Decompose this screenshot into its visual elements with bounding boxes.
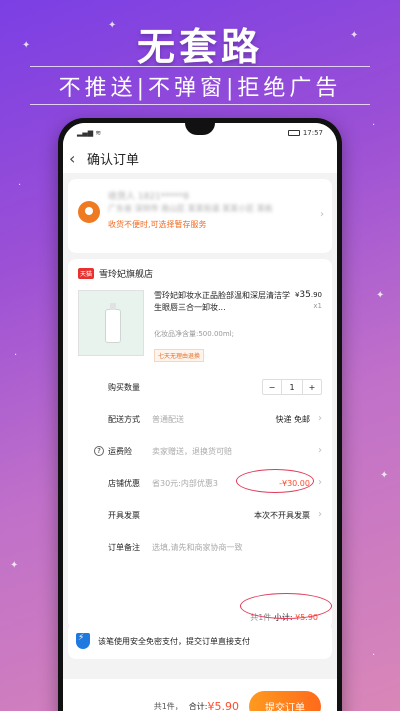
invoice-option: 本次不开具发票 (254, 510, 310, 520)
location-pin-icon (78, 201, 100, 223)
promo-title: 无套路 (136, 25, 263, 69)
submit-order-button[interactable]: 提交订单 (249, 690, 321, 711)
phone-frame: ▂▄▆ ≋ 17:57 ‹ 确认订单 收货人 1821*****8 广东省 深圳… (58, 118, 342, 711)
chevron-right-icon: › (318, 509, 322, 520)
product-title: 雪玲妃卸妆水正品脸部温和深层清洁学生眼唇三合一卸妆... (154, 291, 290, 312)
phone-screen: ▂▄▆ ≋ 17:57 ‹ 确认订单 收货人 1821*****8 广东省 深圳… (63, 123, 337, 711)
product-price: ¥35.90 x1 (295, 290, 322, 310)
decrease-button[interactable]: − (263, 380, 281, 394)
battery-icon (287, 130, 300, 136)
total-label: 合计: (188, 701, 208, 711)
highlight-oval (236, 469, 314, 493)
tmall-badge: 天猫 (78, 268, 95, 279)
address-card[interactable]: 收货人 1821*****8 广东省 深圳市 南山区 某某街道 某某小区 某栋 … (68, 179, 332, 253)
bottle-illustration (105, 303, 121, 343)
promo-divider-bottom (30, 104, 370, 105)
remark-row[interactable]: 订单备注 选填,请先和商家协商一致 (108, 537, 322, 557)
remark-input[interactable]: 选填,请先和商家协商一致 (152, 542, 322, 553)
total-count: 共1件， (153, 701, 183, 711)
quantity-label: 购买数量 (108, 382, 140, 392)
page-title: 确认订单 (87, 152, 140, 168)
price-decimal: .90 (310, 291, 322, 299)
address-name: 收货人 1821*****8 (108, 192, 189, 202)
increase-button[interactable]: + (303, 380, 321, 394)
chevron-right-icon: › (320, 209, 324, 220)
chevron-right-icon: › (318, 413, 322, 424)
delivery-row[interactable]: 配送方式 普通配送 快递 免邮 › (108, 409, 322, 429)
quantity-stepper[interactable]: − 1 + (262, 379, 322, 395)
chevron-right-icon: › (318, 477, 322, 488)
shop-name: 雪玲妃旗舰店 (99, 270, 154, 280)
insurance-value: 卖家赠送，退换货可赔 (152, 446, 232, 456)
discount-label: 店铺优惠 (108, 478, 140, 488)
price-integer: 35 (299, 290, 311, 300)
shop-card: 天猫 雪玲妃旗舰店 雪玲妃卸妆水正品脸部温和深层清洁学生眼唇三合一卸妆... 化… (68, 259, 332, 629)
back-arrow-icon[interactable]: ‹ (69, 149, 83, 168)
product-qty: x1 (313, 302, 322, 310)
address-note: 收货不便时,可选择暂存服务 (108, 220, 207, 229)
delivery-label: 配送方式 (108, 414, 140, 424)
signal-icon: ▂▄▆ ≋ (77, 129, 102, 137)
promo-subtitle: 不推送|不弹窗|拒绝广告 (58, 76, 342, 101)
insurance-row[interactable]: ? 运费险 卖家赠送，退换货可赔 › (94, 441, 322, 461)
quantity-row: 购买数量 − 1 + (108, 377, 322, 397)
chevron-right-icon: › (318, 445, 322, 456)
help-circle-icon[interactable]: ? (94, 446, 104, 456)
invoice-row[interactable]: 开具发票 本次不开具发票 › (108, 505, 322, 525)
product-spec: 化妆品净含量:500.00ml; (154, 330, 234, 338)
promo-divider-top (30, 66, 370, 67)
delivery-option: 快递 免邮 (275, 414, 310, 424)
safe-pay-notice: 该笔使用安全免密支付，提交订单直接支付 (68, 623, 332, 659)
shield-icon (76, 633, 90, 649)
highlight-oval (240, 593, 332, 619)
product-image (78, 290, 144, 356)
address-detail: 广东省 深圳市 南山区 某某街道 某某小区 某栋 (108, 204, 273, 213)
quantity-value[interactable]: 1 (281, 380, 303, 394)
total-price: ¥5.90 (207, 699, 240, 711)
shop-header[interactable]: 天猫 雪玲妃旗舰店 (78, 267, 322, 280)
safe-pay-text: 该笔使用安全免密支付，提交订单直接支付 (98, 636, 250, 646)
nav-bar: ‹ 确认订单 (63, 143, 337, 173)
insurance-label: 运费险 (108, 446, 132, 456)
checkout-bar: 共1件， 合计: ¥5.90 提交订单 (63, 679, 337, 711)
return-policy-tag: 七天无理由退换 (154, 349, 205, 362)
delivery-value: 普通配送 (152, 414, 184, 424)
product-item[interactable]: 雪玲妃卸妆水正品脸部温和深层清洁学生眼唇三合一卸妆... 化妆品净含量:500.… (78, 290, 322, 362)
invoice-label: 开具发票 (108, 510, 140, 520)
remark-label: 订单备注 (108, 542, 140, 552)
status-time: 17:57 (302, 129, 323, 137)
